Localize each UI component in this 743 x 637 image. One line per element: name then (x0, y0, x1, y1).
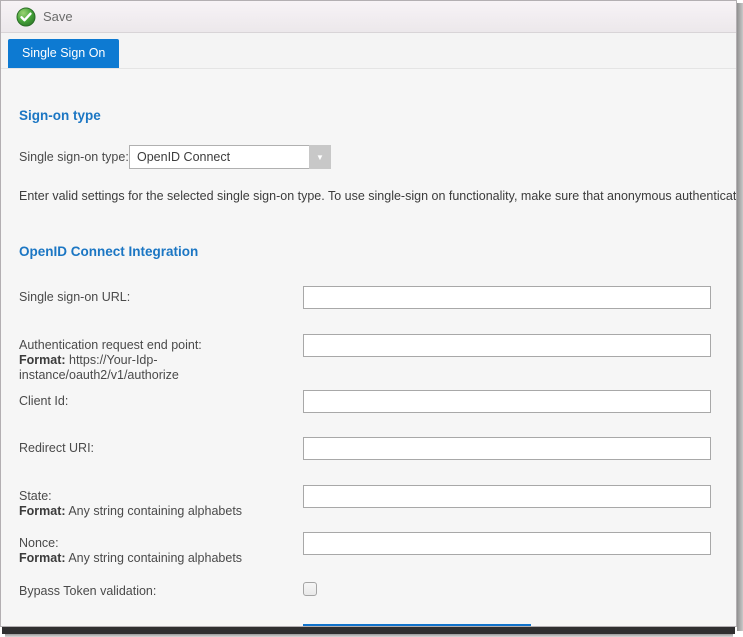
redirect-uri-input[interactable] (303, 437, 711, 460)
format-label: Format: (19, 504, 66, 518)
field-label-col: Single sign-on URL: (19, 286, 303, 305)
field-label-col: Client Id: (19, 390, 303, 409)
field-row-sso-url: Single sign-on URL: (19, 286, 736, 309)
content-panel: Sign-on type Single sign-on type: OpenID… (1, 68, 736, 626)
state-label: State: (19, 489, 303, 504)
nonce-label: Nonce: (19, 536, 303, 551)
redirect-uri-label: Redirect URI: (19, 441, 303, 456)
auth-endpoint-label: Authentication request end point: (19, 338, 303, 353)
nonce-input[interactable] (303, 532, 711, 555)
field-label-col: Authentication request end point: Format… (19, 334, 303, 383)
window-right-shadow (737, 3, 743, 631)
field-row-redirect-uri: Redirect URI: (19, 437, 736, 460)
state-format: Format: Any string containing alphabets (19, 504, 303, 519)
signon-type-value: OpenID Connect (130, 150, 309, 164)
field-row-auth-endpoint: Authentication request end point: Format… (19, 334, 736, 383)
format-label: Format: (19, 551, 66, 565)
client-id-label: Client Id: (19, 394, 303, 409)
field-label-col: State: Format: Any string containing alp… (19, 485, 303, 519)
generate-button-row: Generate 'Initiate Login URI' (303, 624, 736, 626)
save-label: Save (43, 9, 73, 24)
field-label-col: Nonce: Format: Any string containing alp… (19, 532, 303, 566)
field-label-col: Redirect URI: (19, 437, 303, 456)
field-row-client-id: Client Id: (19, 390, 736, 413)
nonce-format: Format: Any string containing alphabets (19, 551, 303, 566)
field-row-nonce: Nonce: Format: Any string containing alp… (19, 532, 736, 566)
chevron-down-icon[interactable]: ▼ (309, 145, 331, 169)
state-input[interactable] (303, 485, 711, 508)
single-sign-on-url-input[interactable] (303, 286, 711, 309)
tab-single-sign-on[interactable]: Single Sign On (8, 39, 119, 68)
format-text: Any string containing alphabets (66, 551, 243, 565)
format-text: Any string containing alphabets (66, 504, 243, 518)
signon-type-heading: Sign-on type (19, 107, 736, 124)
auth-endpoint-format: Format: https://Your-Idp-instance/oauth2… (19, 353, 303, 383)
client-id-input[interactable] (303, 390, 711, 413)
save-check-icon (16, 7, 36, 27)
bypass-token-checkbox[interactable] (303, 582, 317, 596)
window-inner: Save Single Sign On Sign-on type Single … (0, 0, 737, 627)
sso-url-label: Single sign-on URL: (19, 290, 303, 305)
signon-type-label: Single sign-on type: (19, 150, 129, 164)
field-row-state: State: Format: Any string containing alp… (19, 485, 736, 519)
bypass-token-row: Bypass Token validation: (19, 582, 736, 598)
format-label: Format: (19, 353, 66, 367)
bypass-token-label: Bypass Token validation: (19, 582, 303, 598)
auth-request-endpoint-input[interactable] (303, 334, 711, 357)
toolbar: Save (1, 1, 736, 33)
tab-bar: Single Sign On (1, 33, 736, 68)
window-bottom-bar (2, 627, 735, 634)
openid-heading: OpenID Connect Integration (19, 243, 736, 260)
settings-window: Save Single Sign On Sign-on type Single … (0, 0, 743, 637)
signon-type-select[interactable]: OpenID Connect ▼ (129, 145, 331, 169)
signon-description: Enter valid settings for the selected si… (19, 189, 736, 203)
generate-login-uri-button[interactable]: Generate 'Initiate Login URI' (303, 624, 531, 626)
save-button[interactable]: Save (16, 7, 73, 27)
signon-type-row: Single sign-on type: OpenID Connect ▼ (19, 145, 736, 169)
